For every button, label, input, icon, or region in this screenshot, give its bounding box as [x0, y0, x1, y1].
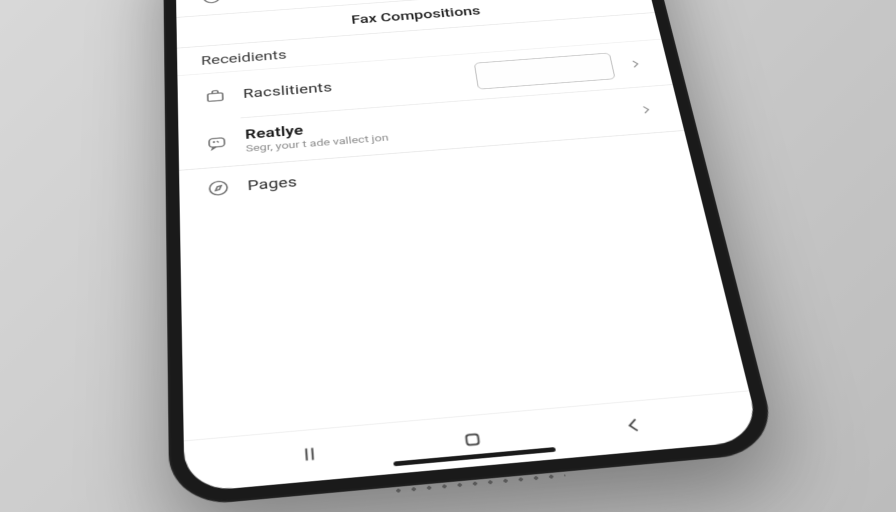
- compass-icon: [204, 177, 232, 200]
- scroll-content[interactable]: Reccidlientts Fle-ll sizes Fax Compositi…: [175, 0, 749, 440]
- chevron-right-icon: [626, 57, 645, 70]
- briefcase-icon: [202, 86, 229, 107]
- recipients-input[interactable]: [474, 53, 616, 90]
- circle-icon: [199, 0, 225, 7]
- row-label: Racslitients: [243, 70, 462, 101]
- phone-frame: Reccidlientts Fle-ll sizes Fax Compositi…: [163, 0, 780, 508]
- phone-screen: Reccidlientts Fle-ll sizes Fax Compositi…: [175, 0, 761, 493]
- chevron-right-icon: [636, 103, 656, 117]
- nav-recents-button[interactable]: [283, 429, 338, 478]
- nav-back-button[interactable]: [604, 401, 664, 449]
- chat-icon: [203, 132, 230, 154]
